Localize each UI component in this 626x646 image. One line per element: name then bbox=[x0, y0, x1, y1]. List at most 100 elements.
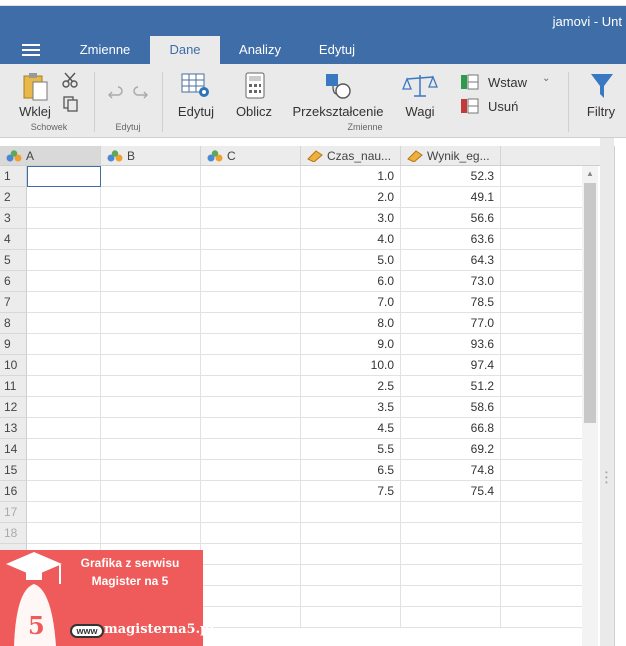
table-cell[interactable] bbox=[501, 439, 583, 460]
table-cell[interactable] bbox=[501, 460, 583, 481]
compute-button[interactable]: Oblicz bbox=[230, 70, 278, 120]
table-cell[interactable]: 5.0 bbox=[301, 250, 401, 271]
table-cell[interactable] bbox=[101, 187, 201, 208]
table-cell[interactable]: 5.5 bbox=[301, 439, 401, 460]
table-cell[interactable] bbox=[501, 607, 583, 628]
row-number[interactable]: 10 bbox=[0, 355, 27, 376]
table-cell[interactable] bbox=[501, 166, 583, 187]
table-cell[interactable]: 63.6 bbox=[401, 229, 501, 250]
table-cell[interactable] bbox=[201, 439, 301, 460]
table-cell[interactable] bbox=[501, 250, 583, 271]
delete-button[interactable]: Usuń bbox=[460, 98, 550, 116]
table-cell[interactable] bbox=[27, 250, 101, 271]
table-cell[interactable]: 66.8 bbox=[401, 418, 501, 439]
row-number[interactable]: 1 bbox=[0, 166, 27, 187]
table-cell[interactable] bbox=[201, 250, 301, 271]
table-cell[interactable] bbox=[27, 460, 101, 481]
table-cell[interactable]: 3.0 bbox=[301, 208, 401, 229]
table-cell[interactable] bbox=[201, 355, 301, 376]
table-cell[interactable]: 4.0 bbox=[301, 229, 401, 250]
table-cell[interactable] bbox=[501, 523, 583, 544]
table-cell[interactable]: 2.5 bbox=[301, 376, 401, 397]
table-cell[interactable] bbox=[201, 208, 301, 229]
table-cell[interactable] bbox=[201, 481, 301, 502]
table-cell[interactable]: 7.5 bbox=[301, 481, 401, 502]
table-cell[interactable] bbox=[201, 502, 301, 523]
table-cell[interactable]: 56.6 bbox=[401, 208, 501, 229]
tab-analyses[interactable]: Analizy bbox=[226, 36, 294, 64]
table-cell[interactable] bbox=[27, 355, 101, 376]
table-cell[interactable] bbox=[501, 376, 583, 397]
table-cell[interactable]: 8.0 bbox=[301, 313, 401, 334]
column-header-wynik[interactable]: Wynik_eg... bbox=[401, 146, 501, 166]
table-cell[interactable] bbox=[27, 376, 101, 397]
table-cell[interactable] bbox=[501, 229, 583, 250]
insert-button[interactable]: Wstaw ⌄ bbox=[460, 73, 550, 92]
drag-handle-icon[interactable]: • • • bbox=[605, 469, 608, 487]
table-cell[interactable] bbox=[27, 187, 101, 208]
table-cell[interactable] bbox=[201, 418, 301, 439]
copy-icon[interactable] bbox=[63, 96, 79, 112]
row-number[interactable]: 4 bbox=[0, 229, 27, 250]
table-cell[interactable]: 3.5 bbox=[301, 397, 401, 418]
table-cell[interactable] bbox=[501, 334, 583, 355]
transform-button[interactable]: Przekształcenie bbox=[290, 70, 386, 120]
table-cell[interactable] bbox=[27, 397, 101, 418]
table-cell[interactable] bbox=[101, 229, 201, 250]
column-header-czas[interactable]: Czas_nau... bbox=[301, 146, 401, 166]
table-cell[interactable] bbox=[101, 376, 201, 397]
table-cell[interactable]: 10.0 bbox=[301, 355, 401, 376]
table-cell[interactable]: 77.0 bbox=[401, 313, 501, 334]
table-cell[interactable] bbox=[501, 586, 583, 607]
table-cell[interactable] bbox=[301, 502, 401, 523]
table-cell[interactable]: 2.0 bbox=[301, 187, 401, 208]
table-cell[interactable] bbox=[201, 166, 301, 187]
table-cell[interactable] bbox=[301, 607, 401, 628]
table-cell[interactable] bbox=[201, 460, 301, 481]
table-cell[interactable] bbox=[501, 271, 583, 292]
paste-button[interactable]: Wklej bbox=[14, 70, 56, 120]
table-cell[interactable] bbox=[501, 313, 583, 334]
table-cell[interactable] bbox=[401, 502, 501, 523]
redo-icon[interactable] bbox=[132, 84, 148, 100]
column-header-b[interactable]: B bbox=[101, 146, 201, 166]
table-cell[interactable]: 97.4 bbox=[401, 355, 501, 376]
table-cell[interactable]: 75.4 bbox=[401, 481, 501, 502]
table-cell[interactable] bbox=[401, 544, 501, 565]
table-cell[interactable] bbox=[101, 250, 201, 271]
table-cell[interactable] bbox=[401, 586, 501, 607]
table-cell[interactable] bbox=[27, 313, 101, 334]
table-cell[interactable] bbox=[27, 481, 101, 502]
table-cell[interactable] bbox=[401, 523, 501, 544]
table-cell[interactable]: 74.8 bbox=[401, 460, 501, 481]
table-cell[interactable]: 4.5 bbox=[301, 418, 401, 439]
table-cell[interactable] bbox=[401, 565, 501, 586]
table-cell[interactable]: 51.2 bbox=[401, 376, 501, 397]
table-cell[interactable]: 64.3 bbox=[401, 250, 501, 271]
row-number[interactable]: 8 bbox=[0, 313, 27, 334]
table-cell[interactable] bbox=[27, 418, 101, 439]
table-cell[interactable] bbox=[201, 586, 301, 607]
table-cell[interactable] bbox=[101, 313, 201, 334]
table-cell[interactable] bbox=[501, 418, 583, 439]
table-cell[interactable] bbox=[501, 502, 583, 523]
table-cell[interactable] bbox=[27, 334, 101, 355]
table-cell[interactable] bbox=[501, 292, 583, 313]
row-number[interactable]: 15 bbox=[0, 460, 27, 481]
pane-splitter[interactable] bbox=[600, 138, 614, 646]
table-cell[interactable] bbox=[301, 565, 401, 586]
table-cell[interactable] bbox=[101, 397, 201, 418]
edit-variable-button[interactable]: Edytuj bbox=[172, 70, 220, 120]
table-cell[interactable] bbox=[201, 229, 301, 250]
table-cell[interactable] bbox=[101, 271, 201, 292]
tab-data[interactable]: Dane bbox=[150, 36, 220, 64]
scroll-up-icon[interactable]: ▲ bbox=[582, 166, 598, 182]
table-cell[interactable] bbox=[301, 586, 401, 607]
scissors-icon[interactable] bbox=[62, 72, 78, 88]
table-cell[interactable] bbox=[201, 376, 301, 397]
filters-button[interactable]: Filtry bbox=[578, 70, 624, 120]
table-cell[interactable] bbox=[201, 271, 301, 292]
weights-button[interactable]: Wagi bbox=[396, 70, 444, 120]
table-cell[interactable]: 1.0 bbox=[301, 166, 401, 187]
row-number[interactable]: 7 bbox=[0, 292, 27, 313]
